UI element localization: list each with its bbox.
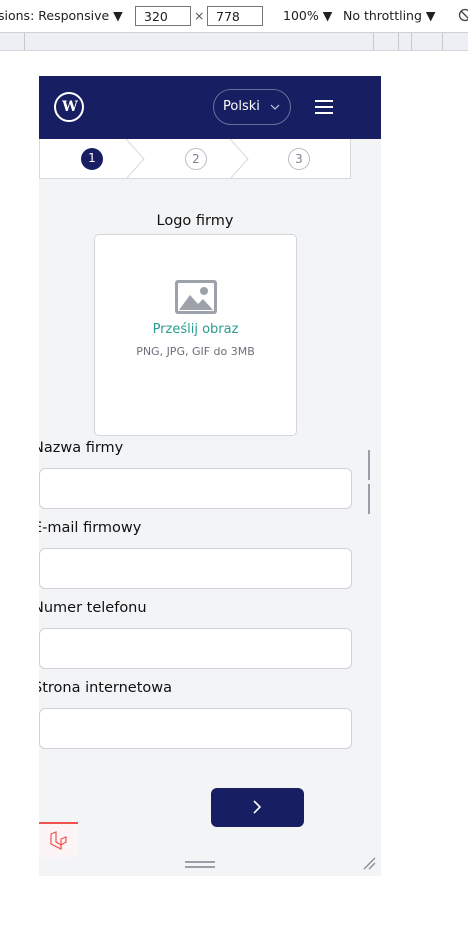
chevron-down-icon	[270, 104, 280, 110]
devtools-device-toolbar: sions: Responsive ▼ 320 × 778 100% ▼ No …	[0, 0, 468, 33]
step-2[interactable]: 2	[185, 148, 207, 170]
viewport-width-input[interactable]: 320	[135, 6, 191, 26]
resize-corner-icon[interactable]	[362, 856, 376, 870]
image-icon	[175, 280, 217, 314]
company-name-label: Nazwa firmy	[39, 440, 124, 456]
dimensions-dropdown[interactable]: sions: Responsive ▼	[0, 8, 123, 23]
company-name-input[interactable]	[39, 468, 352, 509]
step-separator-icon	[230, 139, 249, 179]
step-3[interactable]: 3	[288, 148, 310, 170]
company-email-input[interactable]	[39, 548, 352, 589]
laravel-icon	[50, 831, 67, 850]
company-email-label: E-mail firmowy	[39, 520, 142, 536]
rotate-icon[interactable]	[458, 8, 468, 22]
viewport-height-input[interactable]: 778	[207, 6, 263, 26]
language-selector[interactable]: Polski	[213, 89, 291, 125]
media-query-ruler[interactable]	[0, 33, 468, 51]
upload-hint: PNG, JPG, GIF do 3MB	[136, 345, 255, 358]
chevron-right-icon	[253, 800, 262, 814]
website-input[interactable]	[39, 708, 352, 749]
app-header: W Polski	[39, 76, 381, 139]
debugbar-toggle[interactable]	[39, 822, 78, 857]
resize-handle-bottom[interactable]	[185, 861, 215, 868]
step-1[interactable]: 1	[81, 148, 103, 170]
progress-stepper: 1 2 3	[39, 139, 351, 179]
phone-label: Numer telefonu	[39, 600, 147, 616]
zoom-dropdown[interactable]: 100% ▼	[283, 8, 332, 23]
next-step-button[interactable]	[211, 788, 304, 827]
resize-handle-right[interactable]	[368, 450, 375, 514]
brand-logo[interactable]: W	[54, 92, 84, 122]
logo-upload-title: Logo firmy	[156, 213, 234, 229]
phone-input[interactable]	[39, 628, 352, 669]
menu-icon[interactable]	[315, 100, 333, 114]
device-viewport: W Polski 1 2 3 Logo firmy Prześlij obraz…	[39, 76, 381, 876]
times-sign: ×	[194, 8, 205, 23]
logo-upload-dropzone[interactable]: Prześlij obraz PNG, JPG, GIF do 3MB	[94, 234, 297, 436]
throttling-dropdown[interactable]: No throttling ▼	[343, 8, 436, 23]
language-label: Polski	[223, 99, 260, 114]
upload-image-link[interactable]: Prześlij obraz	[95, 322, 296, 337]
step-separator-icon	[126, 139, 145, 179]
website-label: Strona internetowa	[39, 680, 173, 696]
